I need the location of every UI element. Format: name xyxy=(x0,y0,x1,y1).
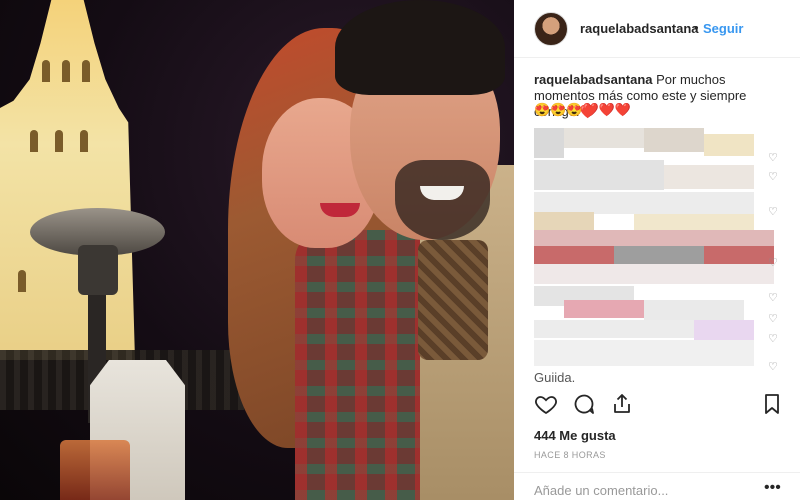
post-photo[interactable] xyxy=(0,0,514,500)
post-time: HACE 8 HORAS xyxy=(534,450,606,460)
tower-window xyxy=(30,130,38,152)
pixel-block xyxy=(564,300,644,318)
pixel-block xyxy=(534,264,774,284)
small-heart-icon[interactable]: ♡ xyxy=(768,151,778,164)
small-heart-icon[interactable]: ♡ xyxy=(768,291,778,304)
avatar[interactable] xyxy=(534,12,568,46)
man-hair xyxy=(335,0,505,95)
caption-emojis: 😍😍😍❤️❤️❤️ xyxy=(534,102,632,117)
pixel-block xyxy=(694,320,754,340)
small-heart-icon[interactable]: ♡ xyxy=(768,312,778,325)
man-beard xyxy=(395,160,490,240)
pixel-block xyxy=(534,340,754,366)
action-bar xyxy=(514,392,800,422)
comment-fragment: Guiida. xyxy=(534,370,576,385)
heater-head xyxy=(78,245,118,295)
small-heart-icon[interactable]: ♡ xyxy=(768,360,778,373)
caption-username[interactable]: raquelabadsantana xyxy=(534,72,653,87)
drink-glass xyxy=(60,440,130,500)
tower-window xyxy=(55,130,63,152)
pixel-block xyxy=(534,230,774,246)
comment-icon[interactable] xyxy=(572,392,596,416)
tower-window xyxy=(82,60,90,82)
tower-window xyxy=(42,60,50,82)
small-heart-icon[interactable]: ♡ xyxy=(768,256,778,269)
tower-window xyxy=(18,270,26,292)
comment-input[interactable] xyxy=(534,483,754,498)
comment-bar: ••• xyxy=(514,472,800,500)
small-heart-icon[interactable]: ♡ xyxy=(768,332,778,345)
giralda-tower xyxy=(0,0,135,360)
man-scarf xyxy=(418,240,488,360)
pixel-block xyxy=(534,192,754,214)
pixel-block xyxy=(644,300,744,320)
pixel-block xyxy=(534,320,694,338)
more-options-icon[interactable]: ••• xyxy=(764,479,781,497)
like-count[interactable]: 444 Me gusta xyxy=(534,428,616,443)
tower-window xyxy=(62,60,70,82)
tower-window xyxy=(80,130,88,152)
separator-dot: • xyxy=(694,20,699,35)
small-heart-icon[interactable]: ♡ xyxy=(768,205,778,218)
pixel-block xyxy=(704,134,754,156)
post-side-panel: raquelabadsantana • Seguir raquelabadsan… xyxy=(514,0,800,500)
pixel-block xyxy=(664,165,754,189)
username[interactable]: raquelabadsantana xyxy=(580,21,699,36)
follow-button[interactable]: Seguir xyxy=(703,21,743,36)
pixel-block xyxy=(614,246,704,264)
pixel-block xyxy=(534,212,594,230)
post-header: raquelabadsantana • Seguir xyxy=(514,0,800,58)
bookmark-icon[interactable] xyxy=(760,392,784,416)
pixel-block xyxy=(534,160,664,190)
heart-icon[interactable] xyxy=(534,392,558,416)
pixel-block xyxy=(564,128,644,148)
small-heart-icon[interactable]: ♡ xyxy=(768,170,778,183)
pixel-block xyxy=(644,128,704,152)
pixel-block xyxy=(534,128,564,158)
share-icon[interactable] xyxy=(610,392,634,416)
